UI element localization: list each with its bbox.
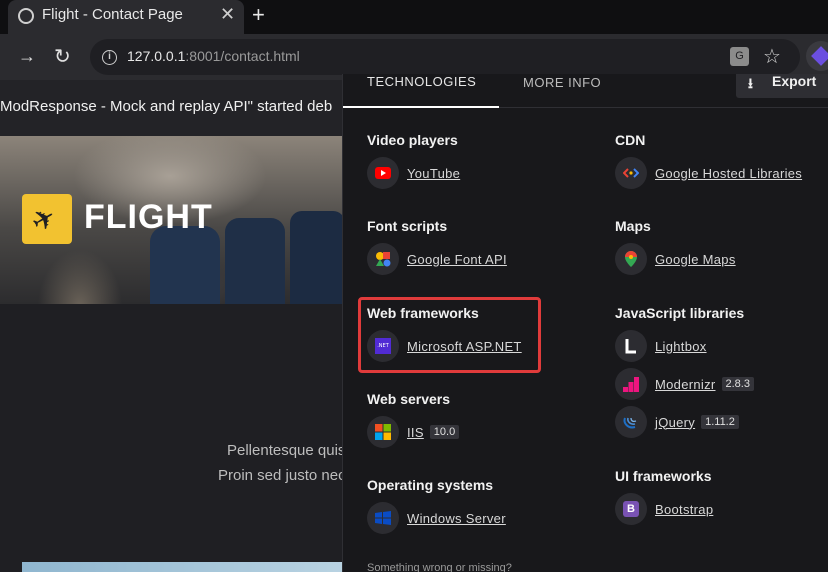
tab-more-info-label: MORE INFO <box>523 75 602 90</box>
tech-name[interactable]: Bootstrap <box>655 502 713 517</box>
tab-more-info[interactable]: MORE INFO <box>523 74 602 90</box>
airplane-icon: ✈ <box>25 200 62 239</box>
export-button[interactable]: ⭳ Export <box>736 74 828 98</box>
bookmark-star-icon[interactable]: ☆ <box>763 44 781 69</box>
tech-name[interactable]: Lightbox <box>655 339 707 354</box>
tab-strip: Flight - Contact Page ✕ + <box>0 0 828 34</box>
tech-item[interactable]: Modernizr 2.8.3 <box>615 368 754 400</box>
windows-server-icon <box>367 502 399 534</box>
tech-item[interactable]: Windows Server <box>367 502 506 534</box>
debug-infobar: ModResponse - Mock and replay API" start… <box>0 80 345 136</box>
close-tab-icon[interactable]: ✕ <box>220 4 235 25</box>
infobar-text: ModResponse - Mock and replay API" start… <box>0 98 333 115</box>
tech-item[interactable]: Lightbox <box>615 330 707 362</box>
globe-icon <box>18 8 34 24</box>
page-image <box>22 562 345 572</box>
tech-item[interactable]: Google Font API <box>367 243 507 275</box>
version-badge: 1.11.2 <box>701 415 739 429</box>
category-video-players: Video players <box>367 132 458 148</box>
tab-title: Flight - Contact Page <box>42 6 183 23</box>
export-label: Export <box>772 74 817 89</box>
logo-text[interactable]: FLIGHT <box>84 198 213 237</box>
category-javascript-libraries: JavaScript libraries <box>615 305 745 321</box>
seat-shape <box>150 226 220 304</box>
extension-button[interactable] <box>806 41 828 71</box>
feedback-link[interactable]: Something wrong or missing? <box>367 562 512 572</box>
version-badge: 10.0 <box>429 425 460 439</box>
tech-name[interactable]: Modernizr <box>655 377 716 392</box>
translate-icon[interactable]: G <box>730 47 749 66</box>
google-hosted-libraries-icon <box>615 157 647 189</box>
address-bar[interactable]: i 127.0.0.1:8001/contact.html G ☆ <box>90 39 800 75</box>
tech-name[interactable]: YouTube <box>407 166 460 181</box>
reload-icon[interactable]: ↻ <box>54 44 71 69</box>
site-info-icon[interactable]: i <box>102 50 117 65</box>
bootstrap-icon: B <box>615 493 647 525</box>
category-ui-frameworks: UI frameworks <box>615 468 712 484</box>
logo-mark[interactable]: ✈ <box>22 194 72 244</box>
tab-technologies-label: TECHNOLOGIES <box>367 74 477 89</box>
category-operating-systems: Operating systems <box>367 477 494 493</box>
url-path: :8001/contact.html <box>185 48 300 64</box>
tech-item[interactable]: B Bootstrap <box>615 493 713 525</box>
technology-popup: TECHNOLOGIES MORE INFO ⭳ Export Video pl… <box>342 74 828 572</box>
tech-item[interactable]: Google Maps <box>615 243 736 275</box>
tech-name[interactable]: IIS <box>407 425 424 440</box>
tech-name[interactable]: Google Font API <box>407 252 507 267</box>
body-text-line: Proin sed justo nec <box>218 467 346 484</box>
highlight-box <box>358 297 541 373</box>
google-fonts-icon <box>367 243 399 275</box>
jquery-icon <box>615 406 647 438</box>
tab-technologies[interactable]: TECHNOLOGIES <box>343 74 499 108</box>
new-tab-button[interactable]: + <box>252 2 265 28</box>
category-web-servers: Web servers <box>367 391 451 407</box>
category-maps: Maps <box>615 218 651 234</box>
version-badge: 2.8.3 <box>721 377 754 391</box>
windows-logo-icon <box>367 416 399 448</box>
tech-item[interactable]: Google Hosted Libraries <box>615 157 802 189</box>
lightbox-icon <box>615 330 647 362</box>
url-host: 127.0.0.1 <box>127 48 186 64</box>
hero-image: ✈ FLIGHT <box>0 136 345 304</box>
tech-name[interactable]: Google Hosted Libraries <box>655 166 802 181</box>
category-font-scripts: Font scripts <box>367 218 448 234</box>
bootstrap-icon-text: B <box>623 501 639 517</box>
seat-shape <box>290 211 345 304</box>
tech-item[interactable]: jQuery 1.11.2 <box>615 406 739 438</box>
forward-arrow-icon[interactable]: → <box>18 46 36 67</box>
body-text-line: Pellentesque quis <box>227 442 346 459</box>
category-cdn: CDN <box>615 132 646 148</box>
tech-name[interactable]: jQuery <box>655 415 695 430</box>
wappalyzer-extension-icon <box>811 46 828 66</box>
tech-name[interactable]: Windows Server <box>407 511 506 526</box>
url-text[interactable]: 127.0.0.1:8001/contact.html <box>127 48 300 64</box>
seat-shape <box>225 218 285 304</box>
youtube-icon <box>367 157 399 189</box>
google-maps-icon <box>615 243 647 275</box>
browser-tab[interactable]: Flight - Contact Page ✕ <box>8 0 244 34</box>
download-icon: ⭳ <box>748 75 753 91</box>
tech-item[interactable]: YouTube <box>367 157 460 189</box>
modernizr-icon <box>615 368 647 400</box>
tech-name[interactable]: Google Maps <box>655 252 736 267</box>
tech-item[interactable]: IIS 10.0 <box>367 416 460 448</box>
